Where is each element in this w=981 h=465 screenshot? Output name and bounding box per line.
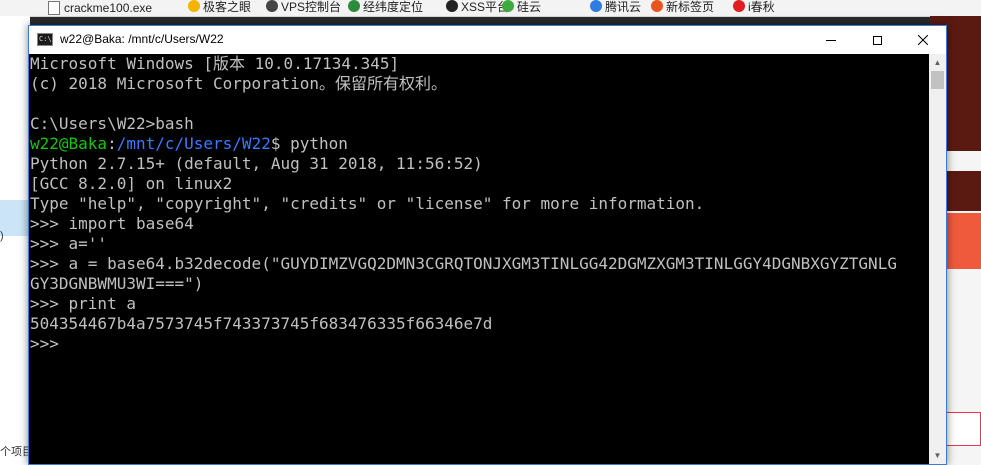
console-text: (c) 2018 Microsoft Corporation。保留所有权利。	[30, 74, 447, 93]
console-line: [GCC 8.2.0] on linux2	[30, 174, 930, 194]
minimize-button[interactable]	[808, 26, 854, 54]
bookmark-label: 经纬度定位	[363, 0, 424, 14]
console-text: Microsoft Windows [版本 10.0.17134.345]	[30, 54, 400, 73]
console-line: Type "help", "copyright", "credits" or "…	[30, 194, 930, 214]
bookmark-item[interactable]: 硅云	[502, 0, 541, 15]
bookmark-item[interactable]: 经纬度定位	[348, 0, 423, 15]
prompt-user: w22@Baka	[30, 134, 108, 153]
close-icon	[918, 35, 928, 45]
console-line: C:\Users\W22>bash	[30, 114, 930, 134]
file-name: crackme100.exe	[64, 1, 153, 15]
console-line: w22@Baka:/mnt/c/Users/W22$ python	[30, 134, 930, 154]
console-line: >>> print a	[30, 294, 930, 314]
console-text: >>> import base64	[30, 214, 194, 233]
bookmark-item[interactable]: XSS平台	[446, 0, 509, 15]
console-text: [GCC 8.2.0] on linux2	[30, 174, 233, 193]
bookmark-label: i春秋	[748, 0, 775, 14]
console-line: >>>	[30, 334, 930, 354]
window-title: w22@Baka: /mnt/c/Users/W22	[60, 32, 224, 46]
console-output[interactable]: Microsoft Windows [版本 10.0.17134.345] (c)…	[29, 54, 930, 464]
bookmark-item[interactable]: 新标签页	[651, 0, 714, 15]
console-text: >>> print a	[30, 294, 136, 313]
console-line: >>> a = base64.b32decode("GUYDIMZVGQ2DMN…	[30, 254, 930, 274]
console-text: Python 2.7.15+ (default, Aug 31 2018, 11…	[30, 154, 483, 173]
vertical-scrollbar[interactable]: ▲ ▼	[929, 54, 946, 464]
bug-icon	[446, 0, 458, 12]
close-button[interactable]	[900, 26, 946, 54]
file-explorer-pane: ) 个项目	[0, 16, 33, 465]
leaf-icon	[502, 0, 514, 12]
browser-icon	[651, 0, 663, 12]
bookmark-label: 硅云	[517, 0, 542, 14]
maximize-icon	[872, 35, 882, 45]
scroll-up-icon[interactable]: ▲	[929, 54, 946, 71]
console-text: 504354467b4a7573745f743373745f683476335f…	[30, 314, 493, 333]
bookmark-item[interactable]: i春秋	[733, 0, 775, 15]
selected-item-highlight	[0, 200, 30, 236]
prompt-path: /mnt/c/Users/W22	[116, 134, 271, 153]
bookmark-label: 腾讯云	[605, 0, 642, 14]
tencent-cloud-icon	[590, 0, 602, 12]
console-line: Python 2.7.15+ (default, Aug 31 2018, 11…	[30, 154, 930, 174]
file-item-crackme[interactable]: crackme100.exe	[48, 0, 152, 16]
console-line: GY3DGNBWMU3WI===")	[30, 274, 930, 294]
globe-icon	[348, 0, 360, 12]
console-text: :	[107, 134, 117, 153]
console-text: GY3DGNBWMU3WI===")	[30, 274, 204, 293]
console-text: >>> a=''	[30, 234, 108, 253]
scroll-down-icon[interactable]: ▼	[929, 447, 946, 464]
console-text: C:\Users\W22>bash	[30, 114, 194, 133]
bookmark-label: 新标签页	[666, 0, 715, 14]
ichunqiu-icon	[733, 0, 745, 12]
console-line: 504354467b4a7573745f743373745f683476335f…	[30, 314, 930, 334]
console-text: >>> a = base64.b32decode("GUYDIMZVGQ2DMN…	[30, 254, 897, 273]
eye-icon	[188, 0, 200, 12]
bookmark-label: VPS控制台	[281, 0, 342, 14]
explorer-fragment: )	[0, 230, 4, 242]
scrollbar-thumb[interactable]	[931, 71, 944, 89]
cloud-icon	[266, 0, 278, 12]
bookmark-item[interactable]: 极客之眼	[188, 0, 251, 15]
minimize-icon	[826, 40, 836, 41]
console-line: (c) 2018 Microsoft Corporation。保留所有权利。	[30, 74, 930, 94]
file-icon	[48, 1, 60, 15]
console-line: Microsoft Windows [版本 10.0.17134.345]	[30, 54, 930, 74]
bookmark-label: 极客之眼	[203, 0, 252, 14]
console-text: Type "help", "copyright", "credits" or "…	[30, 194, 705, 213]
console-line: >>> import base64	[30, 214, 930, 234]
console-app-icon[interactable]: C:\	[37, 33, 53, 46]
bookmark-item[interactable]: VPS控制台	[266, 0, 341, 15]
console-text: $ python	[270, 134, 348, 153]
console-text: >>>	[30, 334, 59, 353]
console-line: >>> a=''	[30, 234, 930, 254]
bookmark-item[interactable]: 腾讯云	[590, 0, 641, 15]
window-titlebar[interactable]: C:\ w22@Baka: /mnt/c/Users/W22	[29, 26, 946, 54]
terminal-window[interactable]: C:\ w22@Baka: /mnt/c/Users/W22 Microsoft…	[28, 25, 947, 465]
maximize-button[interactable]	[854, 26, 900, 54]
